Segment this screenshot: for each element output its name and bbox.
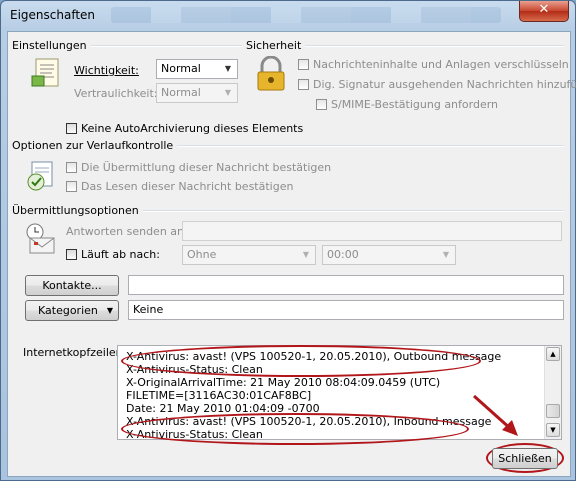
categories-input[interactable]: Keine bbox=[128, 300, 564, 320]
window-close-button[interactable]: ✕ bbox=[519, 1, 569, 22]
clock-envelope-icon bbox=[26, 223, 55, 254]
chevron-down-icon: ▼ bbox=[302, 250, 310, 259]
smime-label: S/MIME-Bestätigung anfordern bbox=[331, 98, 499, 111]
header-line: X-OriginalArrivalTime: 21 May 2010 08:04… bbox=[126, 376, 441, 389]
headers-scrollbar[interactable]: ▲ ▼ bbox=[544, 346, 561, 439]
importance-label-text: Wichtigkeit: bbox=[74, 64, 139, 77]
chevron-down-icon: ▼ bbox=[106, 306, 113, 315]
scroll-thumb[interactable] bbox=[546, 404, 560, 418]
contacts-button-label: Kontakte... bbox=[42, 279, 102, 292]
delivery-receipt-label: Die Übermittlung dieser Nachricht bestät… bbox=[81, 161, 332, 174]
reply-to-input[interactable] bbox=[182, 221, 562, 241]
expires-date-select[interactable]: Ohne ▼ bbox=[182, 245, 316, 265]
dialog-client-area: Einstellungen Wichtigkeit: Normal ▼ Vert… bbox=[7, 31, 576, 477]
window-title: Eigenschaften bbox=[10, 8, 96, 22]
expires-time-select[interactable]: 00:00 ▼ bbox=[322, 245, 456, 265]
header-line: FILETIME=[3116AC30:01CAF8BC] bbox=[126, 389, 312, 402]
no-autoarchive-label: Keine AutoArchivierung dieses Elements bbox=[81, 122, 304, 135]
smime-checkbox[interactable] bbox=[316, 99, 327, 110]
importance-value: Normal bbox=[161, 62, 201, 75]
annotation-oval-inbound bbox=[121, 413, 469, 445]
contacts-input[interactable] bbox=[128, 275, 564, 295]
internet-headers-label: Internetkopfzeilen: bbox=[23, 346, 127, 359]
expires-label: Läuft ab nach: bbox=[81, 248, 160, 261]
read-receipt-checkbox[interactable] bbox=[66, 181, 77, 192]
confidentiality-select[interactable]: Normal ▼ bbox=[156, 83, 238, 103]
dialog-window: Eigenschaften ✕ Einstellungen Wichtigkei… bbox=[0, 0, 576, 481]
scroll-up-icon[interactable]: ▲ bbox=[546, 347, 560, 361]
no-autoarchive-checkbox[interactable] bbox=[66, 123, 77, 134]
read-receipt-label: Das Lesen dieser Nachricht bestätigen bbox=[81, 180, 294, 193]
encrypt-checkbox[interactable] bbox=[298, 59, 309, 70]
expires-date-value: Ohne bbox=[187, 248, 217, 261]
categories-button[interactable]: Kategorien ▼ bbox=[25, 300, 119, 321]
delivery-heading: Übermittlungsoptionen bbox=[12, 204, 143, 217]
contacts-button[interactable]: Kontakte... bbox=[25, 275, 119, 296]
chevron-down-icon: ▼ bbox=[442, 250, 450, 259]
expires-time-value: 00:00 bbox=[327, 248, 359, 261]
background-blur bbox=[111, 7, 501, 23]
sign-checkbox[interactable] bbox=[298, 79, 309, 90]
delivery-receipt-checkbox[interactable] bbox=[66, 162, 77, 173]
annotation-arrow-icon bbox=[472, 394, 518, 436]
tracking-check-icon bbox=[27, 161, 53, 191]
annotation-oval-outbound bbox=[121, 345, 481, 377]
scroll-down-icon[interactable]: ▼ bbox=[546, 423, 560, 437]
security-heading: Sicherheit bbox=[246, 39, 306, 52]
chevron-down-icon: ▼ bbox=[224, 88, 232, 97]
importance-select[interactable]: Normal ▼ bbox=[156, 59, 238, 79]
reply-to-label: Antworten senden an: bbox=[66, 225, 188, 238]
document-settings-icon bbox=[31, 58, 59, 87]
lock-icon bbox=[257, 56, 285, 91]
confidentiality-label: Vertraulichkeit: bbox=[74, 87, 158, 100]
close-button[interactable]: Schließen bbox=[492, 448, 558, 469]
title-bar[interactable]: Eigenschaften ✕ bbox=[1, 1, 576, 31]
tracking-heading: Optionen zur Verlaufkontrolle bbox=[12, 139, 178, 152]
chevron-down-icon: ▼ bbox=[224, 64, 232, 73]
importance-label: Wichtigkeit: bbox=[74, 64, 139, 77]
encrypt-label: Nachrichteninhalte und Anlagen verschlüs… bbox=[313, 58, 569, 71]
categories-button-label: Kategorien bbox=[38, 304, 98, 317]
sign-label: Dig. Signatur ausgehenden Nachrichten hi… bbox=[313, 78, 576, 91]
settings-heading: Einstellungen bbox=[12, 39, 91, 52]
confidentiality-value: Normal bbox=[161, 86, 201, 99]
expires-checkbox[interactable] bbox=[66, 249, 77, 260]
close-button-label: Schließen bbox=[498, 452, 552, 465]
